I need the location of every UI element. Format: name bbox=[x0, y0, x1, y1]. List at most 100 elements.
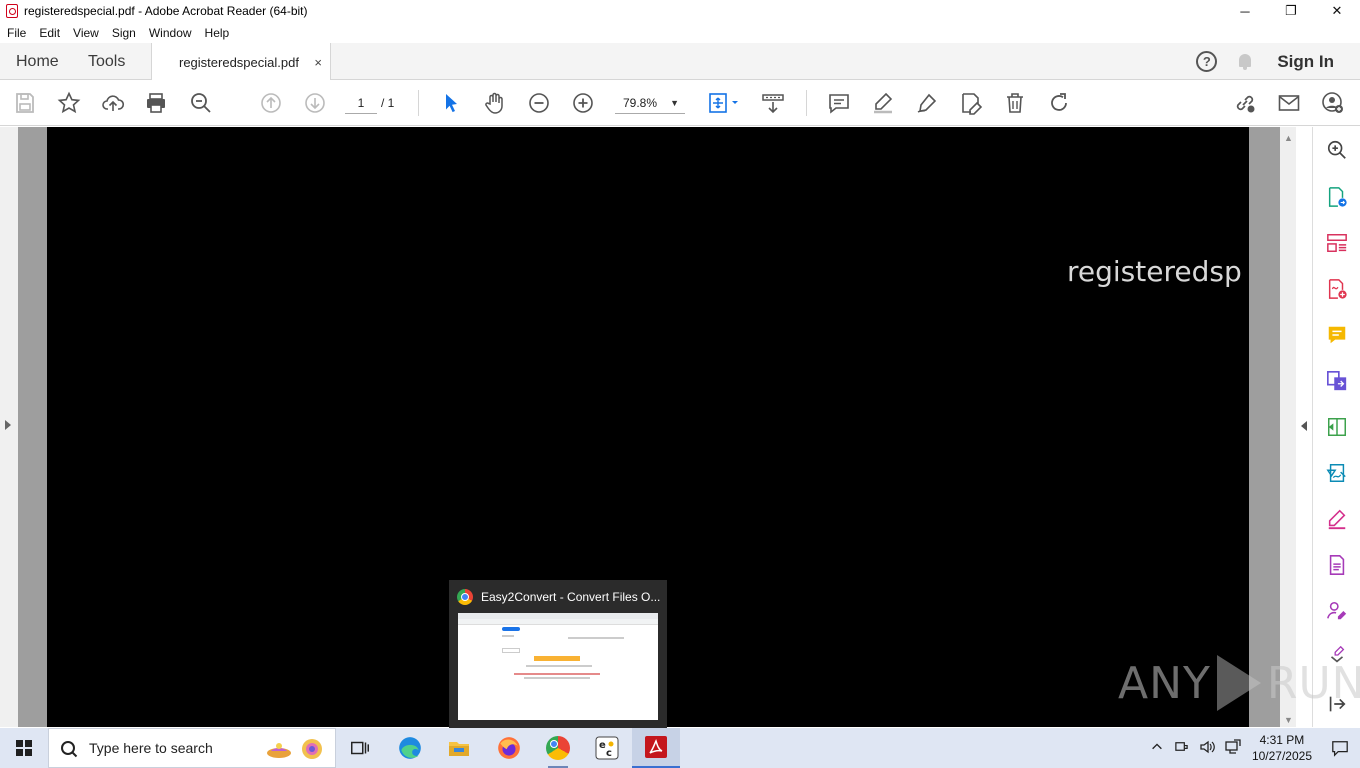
zoom-in-icon[interactable] bbox=[571, 91, 595, 115]
select-cursor-icon[interactable] bbox=[439, 91, 463, 115]
upload-cloud-icon[interactable] bbox=[101, 91, 125, 115]
device-icon[interactable] bbox=[1174, 739, 1189, 757]
edge-icon[interactable] bbox=[386, 728, 434, 768]
delete-trash-icon[interactable] bbox=[1003, 91, 1027, 115]
hand-tool-icon[interactable] bbox=[483, 91, 507, 115]
chevron-left-icon bbox=[1301, 421, 1307, 431]
organize-pages-icon[interactable] bbox=[1326, 232, 1348, 254]
toolbar: 1 / 1 79.8% ▼ bbox=[0, 80, 1360, 126]
scroll-up-arrow[interactable]: ▲ bbox=[1284, 133, 1293, 143]
search-highlight-icon bbox=[267, 739, 322, 759]
chevron-right-icon bbox=[5, 420, 11, 430]
tab-home[interactable]: Home bbox=[16, 43, 59, 80]
tab-tools[interactable]: Tools bbox=[88, 43, 125, 80]
chevron-down-icon: ▼ bbox=[670, 98, 679, 108]
add-user-icon[interactable] bbox=[1321, 91, 1345, 115]
previous-page-icon[interactable] bbox=[259, 91, 283, 115]
window-controls: ─ ❐ ✕ bbox=[1222, 0, 1360, 22]
bell-icon[interactable] bbox=[1237, 53, 1253, 71]
close-window-button[interactable]: ✕ bbox=[1314, 0, 1360, 22]
export-pdf-icon[interactable] bbox=[1326, 186, 1348, 208]
chrome-logo-icon bbox=[546, 736, 570, 760]
thumbnail-yellow-bar bbox=[534, 656, 580, 661]
comment-icon[interactable] bbox=[827, 91, 851, 115]
help-icon[interactable]: ? bbox=[1196, 51, 1218, 72]
menu-sign[interactable]: Sign bbox=[105, 26, 142, 40]
page-total: / 1 bbox=[381, 96, 395, 110]
menu-edit[interactable]: Edit bbox=[32, 26, 66, 40]
thumbnail-address-bar bbox=[458, 619, 658, 625]
start-button[interactable] bbox=[0, 728, 48, 768]
request-signature-icon[interactable] bbox=[1326, 600, 1348, 622]
menu-file[interactable]: File bbox=[0, 26, 32, 40]
scroll-mode-icon[interactable] bbox=[761, 91, 785, 115]
thumbnail-button bbox=[502, 627, 520, 631]
vertical-scrollbar[interactable]: ▲ ▼ bbox=[1280, 127, 1296, 727]
draw-freehand-icon[interactable] bbox=[915, 91, 939, 115]
thumbnail-logo-line bbox=[502, 635, 514, 637]
right-panel-toggle[interactable] bbox=[1296, 127, 1313, 727]
toolbar-divider bbox=[418, 90, 419, 116]
edit-pdf-image-icon[interactable] bbox=[1326, 462, 1348, 484]
window-title: registeredspecial.pdf - Adobe Acrobat Re… bbox=[24, 4, 308, 18]
create-pdf-icon[interactable] bbox=[1326, 278, 1348, 300]
taskbar: Type here to search ec 4:31 PM 10/27/202… bbox=[0, 728, 1360, 768]
easy2convert-icon[interactable]: ec bbox=[583, 728, 631, 768]
next-page-icon[interactable] bbox=[303, 91, 327, 115]
print-icon[interactable] bbox=[144, 91, 168, 115]
menu-view[interactable]: View bbox=[66, 26, 105, 40]
chevron-up-icon[interactable] bbox=[1150, 740, 1164, 757]
pdf-page-text: registeredsp bbox=[1067, 255, 1242, 288]
email-icon[interactable] bbox=[1277, 91, 1301, 115]
tab-document[interactable]: registeredspecial.pdf × bbox=[151, 43, 331, 81]
toolbar-divider bbox=[806, 90, 807, 116]
notification-icon[interactable] bbox=[1320, 728, 1360, 768]
compress-pdf-icon[interactable] bbox=[1326, 416, 1348, 438]
highlight-pen-icon[interactable] bbox=[871, 91, 895, 115]
watermark-right-text: RUN bbox=[1266, 657, 1360, 709]
close-tab-button[interactable]: × bbox=[314, 55, 322, 70]
network-icon[interactable] bbox=[1225, 738, 1241, 758]
chrome-taskbar-icon[interactable] bbox=[534, 728, 582, 768]
zoom-search-icon[interactable] bbox=[189, 91, 213, 115]
sign-in-button[interactable]: Sign In bbox=[1277, 52, 1334, 72]
task-view-button[interactable] bbox=[336, 728, 384, 768]
search-icon bbox=[58, 738, 78, 758]
zoom-level-value: 79.8% bbox=[623, 96, 658, 110]
minimize-button[interactable]: ─ bbox=[1222, 0, 1268, 22]
scroll-down-arrow[interactable]: ▼ bbox=[1284, 715, 1293, 725]
fill-sign-icon[interactable] bbox=[1326, 508, 1348, 530]
thumbnail-image bbox=[458, 613, 658, 720]
document-icon[interactable] bbox=[1326, 554, 1348, 576]
maximize-button[interactable]: ❐ bbox=[1268, 0, 1314, 22]
clock[interactable]: 4:31 PM 10/27/2025 bbox=[1252, 732, 1312, 764]
svg-text:e: e bbox=[599, 740, 606, 751]
title-bar: registeredspecial.pdf - Adobe Acrobat Re… bbox=[0, 0, 1360, 22]
fit-page-icon[interactable] bbox=[707, 91, 741, 115]
clock-time: 4:31 PM bbox=[1259, 733, 1305, 747]
combine-files-icon[interactable] bbox=[1326, 370, 1348, 392]
chrome-icon bbox=[457, 589, 473, 605]
left-panel-toggle[interactable] bbox=[0, 127, 18, 727]
thumbnail-title: Easy2Convert - Convert Files O... bbox=[457, 589, 661, 605]
thumbnail-text-line bbox=[526, 665, 592, 667]
share-link-icon[interactable] bbox=[1233, 91, 1257, 115]
search-zoom-icon[interactable] bbox=[1326, 139, 1348, 161]
thumbnail-nav-line bbox=[568, 637, 624, 639]
zoom-out-icon[interactable] bbox=[527, 91, 551, 115]
menu-help[interactable]: Help bbox=[198, 26, 236, 40]
acrobat-taskbar-icon[interactable] bbox=[632, 728, 680, 768]
volume-icon[interactable] bbox=[1199, 739, 1215, 758]
taskbar-search-box[interactable]: Type here to search bbox=[48, 728, 336, 768]
taskbar-thumbnail-preview[interactable]: Easy2Convert - Convert Files O... bbox=[449, 580, 667, 728]
menu-window[interactable]: Window bbox=[142, 26, 198, 40]
edit-text-icon[interactable] bbox=[959, 91, 983, 115]
star-icon[interactable] bbox=[57, 91, 81, 115]
zoom-level-select[interactable]: 79.8% ▼ bbox=[615, 92, 685, 114]
save-icon[interactable] bbox=[13, 91, 37, 115]
rotate-icon[interactable] bbox=[1047, 91, 1071, 115]
file-explorer-icon[interactable] bbox=[435, 728, 483, 768]
comment-tool-icon[interactable] bbox=[1326, 324, 1348, 346]
page-number-input[interactable]: 1 bbox=[345, 92, 377, 114]
firefox-icon[interactable] bbox=[485, 728, 533, 768]
